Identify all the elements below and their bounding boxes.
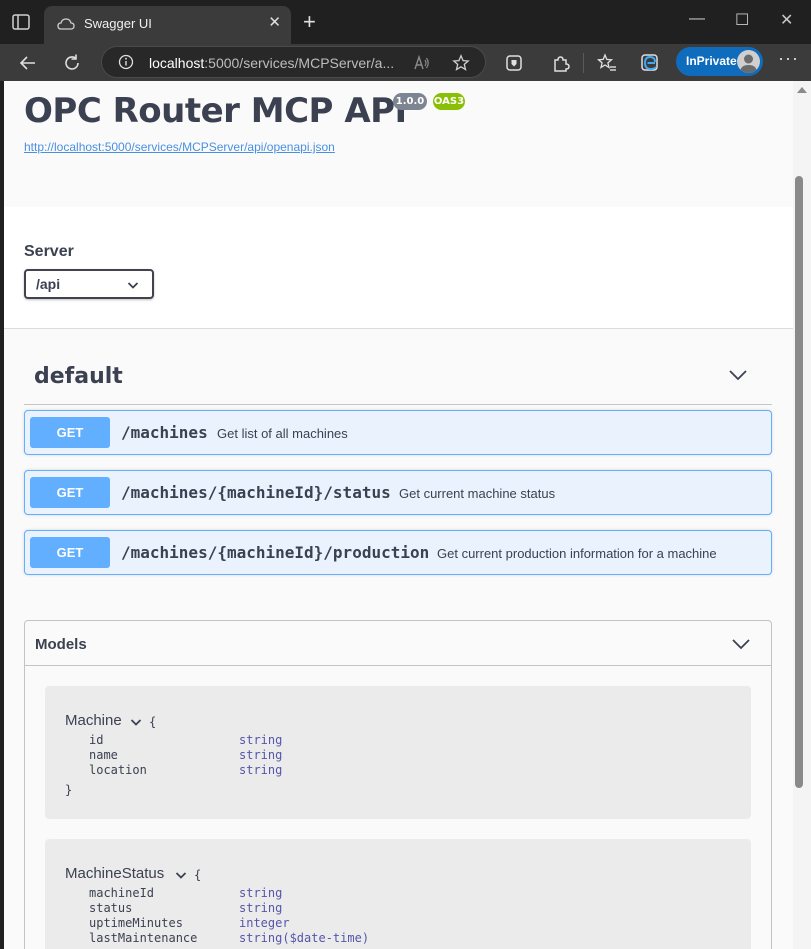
- property-name: machineId: [89, 886, 155, 900]
- operation-get-machine-production[interactable]: GET /machines/{machineId}/production Get…: [24, 530, 772, 575]
- version-badge: 1.0.0: [393, 93, 427, 110]
- operation-path: /machines/{machineId}/status: [121, 483, 391, 502]
- extensions-icon[interactable]: [550, 52, 572, 74]
- refresh-icon[interactable]: [61, 52, 83, 74]
- property-name: status: [89, 901, 133, 915]
- property-type: string($date-time): [239, 931, 370, 945]
- operation-summary: Get list of all machines: [217, 426, 348, 441]
- tab-actions-icon[interactable]: [12, 14, 30, 30]
- property-name: lastMaintenance: [89, 931, 198, 945]
- chevron-down-icon[interactable]: [175, 870, 187, 880]
- http-method-badge: GET: [30, 417, 110, 448]
- server-select-value: /api: [36, 276, 61, 292]
- server-section: Server /api: [4, 207, 793, 329]
- profile-avatar-icon: [740, 54, 757, 73]
- server-select[interactable]: /api: [24, 269, 154, 299]
- address-bar[interactable]: localhost:5000/services/MCPServer/a...: [101, 46, 486, 78]
- cloud-icon: [57, 18, 75, 30]
- minimize-icon[interactable]: —: [689, 10, 705, 28]
- inprivate-label: InPrivate: [686, 54, 737, 68]
- operation-summary: Get current machine status: [399, 486, 556, 501]
- open-brace: {: [194, 868, 202, 882]
- oas-badge: OAS3: [433, 93, 465, 110]
- chevron-down-icon[interactable]: [731, 638, 751, 650]
- scroll-up-arrow-icon[interactable]: [797, 87, 807, 93]
- shield-icon[interactable]: [503, 52, 525, 74]
- read-aloud-icon[interactable]: [412, 54, 430, 72]
- maximize-icon[interactable]: ☐: [735, 10, 749, 30]
- address-path: :5000/services/MCPServer/a...: [204, 55, 395, 71]
- property-type: string: [239, 763, 283, 777]
- chevron-down-icon[interactable]: [130, 717, 142, 727]
- model-name[interactable]: Machine: [65, 712, 122, 729]
- property-type: string: [239, 886, 283, 900]
- operation-path: /machines/{machineId}/production: [121, 543, 430, 562]
- openapi-spec-link[interactable]: http://localhost:5000/services/MCPServer…: [24, 140, 335, 154]
- server-label: Server: [24, 243, 74, 260]
- models-header[interactable]: Models: [25, 621, 771, 666]
- property-type: string: [239, 901, 283, 915]
- avatar: [737, 50, 760, 73]
- inprivate-button[interactable]: InPrivate: [676, 47, 763, 76]
- close-tab-icon[interactable]: ✕: [268, 15, 281, 31]
- browser-toolbar: localhost:5000/services/MCPServer/a... I…: [0, 44, 811, 81]
- more-options-icon[interactable]: ···: [778, 48, 799, 69]
- property-name: uptimeMinutes: [89, 916, 183, 930]
- models-title: Models: [35, 636, 87, 653]
- operation-get-machines[interactable]: GET /machines Get list of all machines: [24, 410, 772, 455]
- info-icon[interactable]: [118, 54, 134, 70]
- browser-title-bar: Swagger UI ✕ + — ☐ ✕: [0, 0, 811, 44]
- chevron-down-icon[interactable]: [728, 369, 748, 381]
- http-method-badge: GET: [30, 477, 110, 508]
- edge-collections-icon[interactable]: [639, 52, 661, 74]
- operation-get-machine-status[interactable]: GET /machines/{machineId}/status Get cur…: [24, 470, 772, 515]
- property-name: id: [89, 733, 104, 747]
- tag-name: default: [34, 364, 123, 389]
- property-type: string: [239, 733, 283, 747]
- page-viewport: OPC Router MCP API 1.0.0 OAS3 http://loc…: [4, 81, 793, 949]
- close-brace: }: [65, 783, 73, 797]
- http-method-badge: GET: [30, 537, 110, 568]
- favorites-icon[interactable]: [596, 52, 618, 74]
- tab-title: Swagger UI: [84, 16, 152, 31]
- address-host: localhost: [149, 55, 205, 71]
- operation-path: /machines: [121, 423, 208, 442]
- model-name[interactable]: MachineStatus: [65, 865, 164, 882]
- new-tab-icon[interactable]: +: [303, 11, 316, 33]
- model-machine-status[interactable]: MachineStatus { machineId string status …: [45, 839, 751, 949]
- chevron-down-icon: [127, 282, 139, 289]
- browser-tab[interactable]: Swagger UI ✕: [44, 6, 291, 44]
- toolbar-separator: [583, 53, 584, 73]
- page-title: OPC Router MCP API: [24, 91, 407, 131]
- scrollbar-thumb[interactable]: [795, 176, 803, 788]
- property-name: name: [89, 748, 118, 762]
- window-close-icon[interactable]: ✕: [780, 10, 793, 30]
- address-url: localhost:5000/services/MCPServer/a...: [149, 55, 394, 71]
- page-scrollbar[interactable]: [793, 81, 811, 949]
- property-type: integer: [239, 916, 290, 930]
- property-type: string: [239, 748, 283, 762]
- back-arrow-icon[interactable]: [17, 52, 39, 74]
- operation-summary: Get current production information for a…: [437, 546, 717, 561]
- model-machine[interactable]: Machine { id string name string location…: [45, 686, 751, 819]
- open-brace: {: [149, 715, 157, 729]
- property-name: location: [89, 763, 147, 777]
- tag-default-header[interactable]: default: [24, 349, 772, 405]
- favorite-star-icon[interactable]: [452, 54, 470, 72]
- models-section: Models Machine { id string name string l…: [24, 620, 772, 949]
